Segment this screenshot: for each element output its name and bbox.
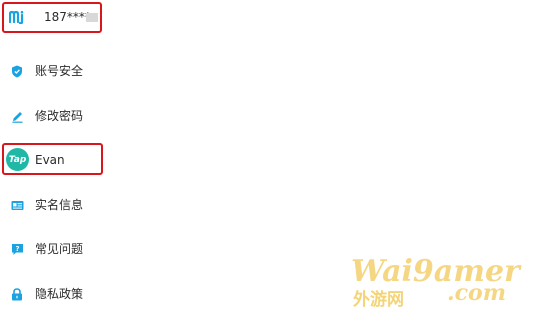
menu-item-label: 实名信息 (35, 198, 84, 212)
help-icon: ? (10, 242, 24, 256)
menu-item-real-name[interactable]: 实名信息 (0, 193, 543, 217)
svg-text:?: ? (15, 245, 19, 253)
menu-item-change-password[interactable]: 修改密码 (0, 104, 543, 128)
menu-item-label: 隐私政策 (35, 287, 84, 301)
watermark: Wai9amer 外游网 .com (349, 254, 539, 310)
menu-item-account-security[interactable]: 账号安全 (0, 59, 543, 83)
shield-icon (10, 64, 24, 78)
pencil-icon (10, 109, 24, 123)
menu-item-label: 账号安全 (35, 64, 84, 78)
highlight-box-account (2, 2, 102, 33)
highlight-box-taptap (2, 143, 103, 175)
watermark-domain: .com (447, 280, 507, 306)
watermark-sub: 外游网 (353, 290, 404, 310)
menu-item-label: 常见问题 (35, 242, 84, 256)
lock-icon (10, 287, 24, 301)
id-card-icon (10, 198, 24, 212)
menu-item-label: 修改密码 (35, 109, 84, 123)
